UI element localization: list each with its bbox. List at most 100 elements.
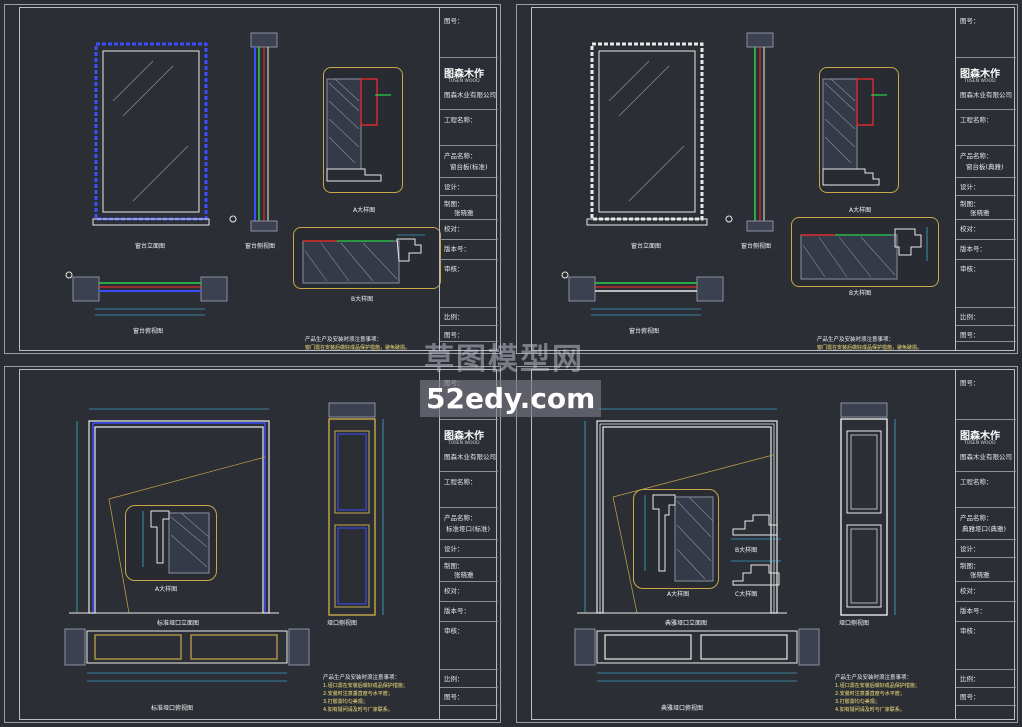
sheet-4-note-line-4: 4.如有疑问请及时与厂家联系。 (835, 707, 905, 713)
sheet-1-checked: 校对： (444, 225, 464, 233)
sheet-3-note-line-3: 3.打胶需均匀美观； (323, 699, 368, 705)
sheet-4-version: 版本号： (960, 607, 986, 615)
sheet-1-drawing-no: 图号： (444, 17, 464, 25)
sheet-1-drawn-by: 张晓雅 (454, 209, 474, 217)
sheet-3-note-line-1: 1.垭口需在安装后做好成品保护措施； (323, 683, 408, 689)
sheet-4-brand: 图森木作 (960, 431, 1000, 442)
sheet-3-note-line-2: 2.安装时注意垂直度与水平度； (323, 691, 393, 697)
sheet-2-scale: 比例： (960, 313, 980, 321)
sheet-2-drawing-no: 图号： (960, 17, 980, 25)
sheet-4-company: 图森木业有限公司 (960, 453, 1012, 461)
sheet-2-note-title: 产品生产及安装时须注意事项： (817, 337, 895, 343)
sheet-3-sheet-no: 图号： (444, 693, 464, 701)
sheet-4-detail-b (731, 514, 781, 540)
sheet-3-product-label: 产品名称： (444, 514, 477, 522)
sheet-1-approved: 审核： (444, 265, 464, 273)
sheet-4-drawing-no: 图号： (960, 379, 980, 387)
sheet-2-title-block: 图号： 图森木作 TUSEN WOOD 图森木业有限公司 工程名称： 产品名称：… (955, 7, 1016, 351)
sheet-3-product-name: 标准垭口(标准) (446, 525, 491, 533)
sheet-4-note-title: 产品生产及安装时须注意事项： (835, 675, 913, 681)
sheet-2-window-elevation (586, 42, 708, 226)
sheet-1-company: 图森木业有限公司 (444, 91, 496, 99)
sheet-1-note-title: 产品生产及安装时须注意事项： (305, 337, 383, 343)
sheet-1-project: 工程名称： (444, 116, 477, 124)
sheet-2-side-view (725, 32, 774, 232)
sheet-2-caption-plan: 窗台俯视图 (629, 328, 660, 335)
sheet-3: A大样图 标准垭口立面图 垭口侧视图 标准垭口俯视图 产品生产及安装时须注意事项… (4, 366, 501, 723)
sheet-1-note-line: 窗门需在安装后做好成品保护措施，避免破损。 (305, 345, 411, 351)
sheet-1-caption-detail-a: A大样图 (353, 207, 376, 214)
sheet-2-caption-detail-a: A大样图 (849, 207, 872, 214)
sheet-1-version: 版本号： (444, 245, 470, 253)
sheet-4-sheet-no: 图号： (960, 693, 980, 701)
sheet-3-detail-a (142, 510, 210, 574)
sheet-2-sheet-no: 图号： (960, 331, 980, 339)
sheet-3-door-side-view (328, 402, 384, 616)
sheet-3-note-line-4: 4.如有疑问请及时与厂家联系。 (323, 707, 393, 713)
sheet-3-scale: 比例： (444, 675, 464, 683)
sheet-3-title-block: 图号： 图森木作 TUSEN WOOD 图森木业有限公司 工程名称： 产品名称：… (439, 369, 498, 720)
sheet-1-caption-detail-b: B大样图 (351, 296, 374, 303)
sheet-4-scale: 比例： (960, 675, 980, 683)
sheet-2-caption-side: 窗台侧视图 (741, 243, 772, 250)
sheet-4-designer: 设计： (960, 545, 980, 553)
sheet-2-note-line: 窗门需在安装后做好成品保护措施，避免破损。 (817, 345, 923, 351)
sheet-1-product-name: 窗台板(标准) (450, 163, 488, 171)
sheet-2: 窗台立面图 窗台侧视图 A大样图 B大样图 窗台俯视图 产品生产及安装时须注意事… (516, 4, 1018, 354)
sheet-3-approved: 审核： (444, 627, 464, 635)
sheet-4-note-line-2: 2.安装时注意垂直度与水平度； (835, 691, 905, 697)
sheet-3-version: 版本号： (444, 607, 470, 615)
sheet-4-note-line-1: 1.垭口需在安装后做好成品保护措施； (835, 683, 920, 689)
sheet-1-detail-a (326, 78, 391, 182)
sheet-2-plan-view (561, 271, 724, 316)
sheet-2-company: 图森木业有限公司 (960, 91, 1012, 99)
sheet-3-designer: 设计： (444, 545, 464, 553)
sheet-3-drawn-by: 张晓雅 (454, 571, 474, 579)
sheet-4-detail-a (644, 494, 714, 582)
sheet-2-version: 版本号： (960, 245, 986, 253)
sheet-2-designer: 设计： (960, 183, 980, 191)
sheet-1-caption-side: 窗台侧视图 (245, 243, 276, 250)
sheet-3-brand: 图森木作 (444, 431, 484, 442)
sheet-2-product-label: 产品名称： (960, 152, 993, 160)
sheet-4-brand-en: TUSEN WOOD (964, 441, 996, 446)
sheet-1-side-view (229, 32, 278, 232)
sheet-1-scale: 比例： (444, 313, 464, 321)
sheet-1-detail-b (302, 234, 425, 284)
sheet-3-caption-side: 垭口侧视图 (327, 620, 358, 627)
sheet-2-brand-en: TUSEN WOOD (964, 79, 996, 84)
sheet-4-product-label: 产品名称： (960, 514, 993, 522)
sheet-4-caption-detail-c: C大样图 (735, 591, 758, 598)
sheet-2-caption-detail-b: B大样图 (849, 290, 872, 297)
sheet-3-note-title: 产品生产及安装时须注意事项： (323, 675, 401, 681)
sheet-1-brand: 图森木作 (444, 69, 484, 80)
sheet-4-title-block: 图号： 图森木作 TUSEN WOOD 图森木业有限公司 工程名称： 产品名称：… (955, 369, 1016, 720)
sheet-1-window-elevation (92, 42, 210, 226)
sheet-2-drawn-by: 张晓雅 (970, 209, 990, 217)
sheet-1-caption-elevation: 窗台立面图 (135, 243, 166, 250)
sheet-1: 窗台立面图 窗台侧视图 A大样图 B大样图 窗台俯视图 产品生产及安装时须注意事… (4, 4, 501, 354)
sheet-4-caption-detail-a: A大样图 (667, 591, 690, 598)
sheet-2-product-name: 窗台板(典雅) (966, 163, 1004, 171)
sheet-4-caption-detail-b: B大样图 (735, 547, 758, 554)
sheet-3-project: 工程名称： (444, 478, 477, 486)
sheet-4: A大样图 B大样图 C大样图 典雅垭口立面图 垭口侧视图 典雅垭口俯视图 产品生… (516, 366, 1018, 723)
sheet-1-designer: 设计： (444, 183, 464, 191)
sheet-1-title-block: 图号： 图森木作 TUSEN WOOD 图森木业有限公司 工程名称： 产品名称：… (439, 7, 498, 351)
watermark-url: 52edy.com (420, 380, 602, 417)
sheet-4-project: 工程名称： (960, 478, 993, 486)
sheet-4-note-line-3: 3.打胶需均匀美观； (835, 699, 880, 705)
sheet-3-doorway-plan (64, 628, 310, 682)
sheet-3-company: 图森木业有限公司 (444, 453, 496, 461)
sheet-2-detail-a (822, 78, 887, 186)
sheet-2-caption-elevation: 窗台立面图 (631, 243, 662, 250)
sheet-1-caption-plan: 窗台俯视图 (133, 328, 164, 335)
sheet-2-detail-b (800, 227, 928, 280)
watermark-title: 草图模型网 (424, 342, 584, 377)
sheet-4-caption-plan: 典雅垭口俯视图 (661, 705, 704, 712)
sheet-2-brand: 图森木作 (960, 69, 1000, 80)
sheet-4-door-side-view (840, 402, 896, 616)
sheet-3-brand-en: TUSEN WOOD (448, 441, 480, 446)
sheet-4-doorway-plan (574, 628, 820, 682)
sheet-4-approved: 审核： (960, 627, 980, 635)
